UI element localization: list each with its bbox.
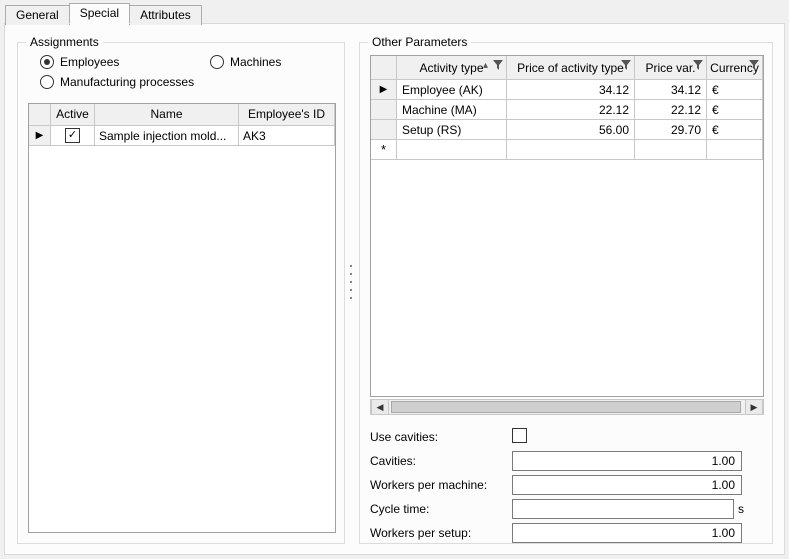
cell-currency[interactable]: € <box>707 100 763 120</box>
workers-per-setup-input[interactable] <box>512 523 742 543</box>
table-row[interactable]: Machine (MA) 22.12 22.12 € <box>371 100 763 120</box>
scroll-left-icon[interactable]: ◀ <box>371 400 389 414</box>
assignments-title: Assignments <box>26 35 103 49</box>
workers-per-machine-input[interactable] <box>512 475 742 495</box>
cavities-label: Cavities: <box>370 454 512 468</box>
new-row-icon: * <box>371 140 397 160</box>
col-activity-type[interactable]: Activity type ▴ <box>397 56 507 80</box>
use-cavities-label: Use cavities: <box>370 430 512 444</box>
cycle-time-label: Cycle time: <box>370 502 512 516</box>
cell-price[interactable]: 22.12 <box>507 100 635 120</box>
assignments-grid[interactable]: Active Name Employee's ID ▶ Sample injec… <box>28 103 336 533</box>
row-workers-per-machine: Workers per machine: <box>370 473 764 497</box>
row-cavities: Cavities: <box>370 449 764 473</box>
new-row[interactable]: * <box>371 140 763 160</box>
cycle-time-input[interactable] <box>512 499 734 519</box>
cell-activity-type[interactable]: Employee (AK) <box>397 80 507 100</box>
col-currency[interactable]: Currency <box>707 56 763 80</box>
row-header-blank <box>371 100 397 120</box>
sort-asc-icon: ▴ <box>483 60 488 71</box>
cell-activity-type[interactable]: Setup (RS) <box>397 120 507 140</box>
scroll-track[interactable] <box>389 400 745 414</box>
assignments-grid-header: Active Name Employee's ID <box>29 104 335 126</box>
filter-icon[interactable] <box>493 60 503 73</box>
row-header-blank <box>371 120 397 140</box>
other-parameters-groupbox: Other Parameters Activity type ▴ Price o… <box>359 42 773 544</box>
other-parameters-form: Use cavities: Cavities: Workers per mach… <box>370 425 764 545</box>
radio-mfg-label: Manufacturing processes <box>60 75 194 89</box>
cell-price-var[interactable]: 34.12 <box>635 80 707 100</box>
other-grid-header: Activity type ▴ Price of activity type <box>371 56 763 80</box>
radio-machines-label: Machines <box>230 55 281 69</box>
cell-active[interactable] <box>51 126 95 146</box>
row-header-blank <box>371 56 397 80</box>
row-indicator-icon: ▶ <box>29 126 51 146</box>
tab-strip: General Special Attributes <box>5 4 201 24</box>
radio-dot-icon <box>40 75 54 89</box>
radio-dot-icon <box>40 55 54 69</box>
table-row[interactable]: ▶ Sample injection mold... AK3 <box>29 126 335 146</box>
radio-dot-icon <box>210 55 224 69</box>
other-parameters-grid[interactable]: Activity type ▴ Price of activity type <box>370 55 764 397</box>
splitter-handle[interactable] <box>348 262 354 302</box>
cell-price[interactable]: 34.12 <box>507 80 635 100</box>
col-active[interactable]: Active <box>51 104 95 126</box>
table-row[interactable]: ▶ Employee (AK) 34.12 34.12 € <box>371 80 763 100</box>
cell-price-var[interactable]: 29.70 <box>635 120 707 140</box>
checkbox-icon[interactable] <box>65 128 80 143</box>
workers-per-setup-label: Workers per setup: <box>370 526 512 540</box>
row-workers-per-setup: Workers per setup: <box>370 521 764 545</box>
cell-currency[interactable]: € <box>707 120 763 140</box>
cell-activity-type[interactable]: Machine (MA) <box>397 100 507 120</box>
col-price-of-activity-type[interactable]: Price of activity type <box>507 56 635 80</box>
radio-employees-label: Employees <box>60 55 119 69</box>
tab-panel-special: Assignments Employees Machines Manufactu… <box>4 23 785 555</box>
row-indicator-icon: ▶ <box>371 80 397 100</box>
cavities-input[interactable] <box>512 451 742 471</box>
scroll-right-icon[interactable]: ▶ <box>745 400 763 414</box>
other-parameters-title: Other Parameters <box>368 35 471 49</box>
col-name[interactable]: Name <box>95 104 239 126</box>
filter-icon[interactable] <box>749 60 759 73</box>
cell-name[interactable]: Sample injection mold... <box>95 126 239 146</box>
col-employee-id[interactable]: Employee's ID <box>239 104 335 126</box>
cell-employee-id[interactable]: AK3 <box>239 126 335 146</box>
col-price-var[interactable]: Price var. <box>635 56 707 80</box>
filter-icon[interactable] <box>621 60 631 73</box>
radio-machines[interactable]: Machines <box>210 55 360 69</box>
assignments-groupbox: Assignments Employees Machines Manufactu… <box>17 42 345 544</box>
cell-price[interactable]: 56.00 <box>507 120 635 140</box>
scroll-thumb[interactable] <box>391 401 741 413</box>
cell-price-var[interactable]: 22.12 <box>635 100 707 120</box>
cycle-time-unit: s <box>738 502 744 516</box>
horizontal-scrollbar[interactable]: ◀ ▶ <box>370 399 764 415</box>
window: General Special Attributes Assignments E… <box>0 0 789 559</box>
cell-currency[interactable]: € <box>707 80 763 100</box>
row-header-blank <box>29 104 51 126</box>
tab-special[interactable]: Special <box>69 3 130 24</box>
workers-per-machine-label: Workers per machine: <box>370 478 512 492</box>
tab-attributes[interactable]: Attributes <box>129 5 202 25</box>
row-cycle-time: Cycle time: s <box>370 497 764 521</box>
radio-manufacturing-processes[interactable]: Manufacturing processes <box>40 75 360 89</box>
assignments-radio-group: Employees Machines Manufacturing process… <box>40 55 360 89</box>
tab-general[interactable]: General <box>5 5 70 25</box>
table-row[interactable]: Setup (RS) 56.00 29.70 € <box>371 120 763 140</box>
filter-icon[interactable] <box>693 60 703 73</box>
row-use-cavities: Use cavities: <box>370 425 764 449</box>
radio-employees[interactable]: Employees <box>40 55 210 69</box>
use-cavities-checkbox[interactable] <box>512 428 527 443</box>
